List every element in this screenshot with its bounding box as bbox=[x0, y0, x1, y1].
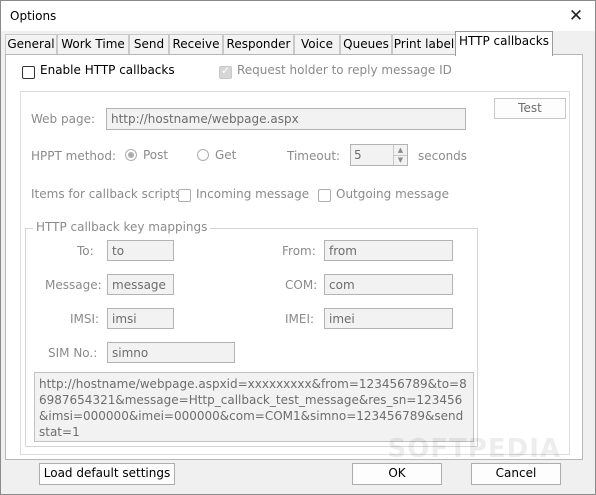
imsi-label: IMSI: bbox=[70, 312, 100, 326]
options-dialog: Options ✕ General Work Time Send Receive… bbox=[0, 0, 596, 495]
com-input[interactable]: com bbox=[324, 274, 453, 295]
timeout-label: Timeout: bbox=[287, 149, 341, 163]
tab-responder[interactable]: Responder bbox=[223, 34, 294, 54]
callback-settings-area: Test Web page: http://hostname/webpage.a… bbox=[20, 91, 570, 455]
tab-voice[interactable]: Voice bbox=[294, 34, 340, 54]
incoming-message-label: Incoming message bbox=[196, 187, 310, 201]
web-page-input[interactable]: http://hostname/webpage.aspx bbox=[106, 108, 466, 130]
tab-queues[interactable]: Queues bbox=[340, 34, 392, 54]
outgoing-message-checkbox[interactable] bbox=[318, 189, 331, 202]
com-label: COM: bbox=[285, 278, 318, 292]
get-label: Get bbox=[215, 148, 237, 162]
http-callbacks-panel: Enable HTTP callbacks Request holder to … bbox=[5, 54, 583, 460]
tab-receive[interactable]: Receive bbox=[169, 34, 223, 54]
post-label: Post bbox=[143, 148, 169, 162]
post-radio[interactable] bbox=[125, 149, 137, 161]
test-button[interactable]: Test bbox=[494, 98, 566, 119]
window-title: Options bbox=[10, 9, 57, 23]
seconds-label: seconds bbox=[418, 149, 468, 163]
spin-down-icon[interactable]: ▼ bbox=[393, 155, 407, 165]
outgoing-message-label: Outgoing message bbox=[336, 187, 450, 201]
from-input[interactable]: from bbox=[324, 240, 453, 261]
get-radio[interactable] bbox=[197, 149, 209, 161]
message-label: Message: bbox=[45, 278, 102, 292]
enable-http-callbacks-label: Enable HTTP callbacks bbox=[40, 63, 175, 77]
softpedia-watermark: SOFTPEDIA bbox=[387, 434, 561, 464]
tab-http-callbacks[interactable]: HTTP callbacks bbox=[455, 31, 553, 56]
timeout-value: 5 bbox=[354, 148, 362, 162]
ok-button[interactable]: OK bbox=[352, 463, 442, 485]
imei-input[interactable]: imei bbox=[324, 308, 453, 329]
tab-work-time[interactable]: Work Time bbox=[57, 34, 129, 54]
sim-number-input[interactable]: simno bbox=[107, 342, 235, 363]
tab-general[interactable]: General bbox=[5, 34, 57, 54]
timeout-spinner[interactable]: 5 ▲ ▼ bbox=[350, 144, 408, 166]
http-method-label: HPPT method: bbox=[31, 149, 117, 163]
tab-print-label[interactable]: Print label bbox=[392, 34, 456, 54]
to-input[interactable]: to bbox=[107, 240, 174, 261]
callback-items-label: Items for callback scripts: bbox=[31, 187, 186, 201]
title-bar: Options ✕ bbox=[1, 1, 595, 31]
cancel-button[interactable]: Cancel bbox=[471, 463, 561, 485]
incoming-message-checkbox[interactable] bbox=[178, 189, 191, 202]
key-mappings-group: HTTP callback key mappings To: to From: … bbox=[25, 220, 478, 447]
load-default-settings-button[interactable]: Load default settings bbox=[39, 463, 175, 485]
request-holder-label: Request holder to reply message ID bbox=[237, 63, 452, 77]
to-label: To: bbox=[77, 244, 94, 258]
enable-http-callbacks-checkbox[interactable] bbox=[22, 66, 35, 79]
key-mappings-title: HTTP callback key mappings bbox=[33, 220, 211, 234]
imei-label: IMEI: bbox=[285, 312, 315, 326]
tab-send[interactable]: Send bbox=[129, 34, 169, 54]
close-icon[interactable]: ✕ bbox=[563, 3, 589, 29]
message-input[interactable]: message bbox=[107, 274, 174, 295]
web-page-label: Web page: bbox=[31, 112, 95, 126]
sim-number-label: SIM No.: bbox=[48, 346, 98, 360]
callback-url-preview: http://hostname/webpage.aspxid=xxxxxxxxx… bbox=[34, 372, 474, 442]
imsi-input[interactable]: imsi bbox=[107, 308, 174, 329]
from-label: From: bbox=[282, 244, 316, 258]
request-holder-checkbox[interactable] bbox=[219, 64, 232, 79]
